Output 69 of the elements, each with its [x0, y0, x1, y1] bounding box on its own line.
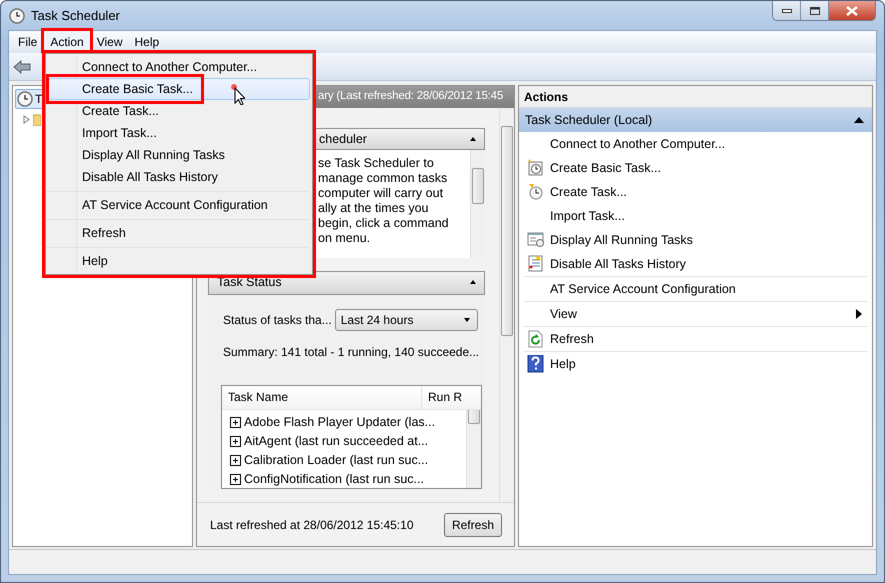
mouse-cursor-icon [229, 83, 245, 105]
refresh-icon [527, 330, 544, 348]
collapse-icon[interactable] [470, 137, 476, 141]
pane-command[interactable]: Create Basic Task... [524, 156, 867, 180]
pane-command[interactable]: Create Task... [524, 180, 867, 204]
description-text: on menu. [318, 231, 372, 246]
description-text: se Task Scheduler to [318, 156, 435, 171]
pane-command[interactable]: View [524, 301, 867, 326]
panel-title: ary (Last refreshed: 28/06/2012 15:45 [318, 89, 504, 104]
close-button[interactable] [829, 1, 875, 20]
folder-icon [33, 112, 41, 126]
pane-command[interactable]: Refresh [524, 326, 867, 351]
menu-item[interactable]: AT Service Account Configuration [48, 188, 310, 216]
expand-icon[interactable] [230, 416, 241, 428]
summary-text: Summary: 141 total - 1 running, 140 succeede... [223, 344, 480, 361]
filter-label: Status of tasks tha... [223, 312, 332, 329]
table-cell-text: ConfigNotification (last run suc... [244, 470, 424, 488]
description-text: computer will carry out [318, 186, 444, 201]
help-icon [527, 355, 544, 373]
column-header[interactable]: Task Name [222, 386, 422, 409]
close-icon [846, 6, 858, 16]
collapse-icon[interactable] [470, 280, 476, 284]
minimize-button[interactable] [773, 1, 801, 20]
description-text: ally at the times you [318, 201, 430, 216]
menu-item[interactable]: File [12, 31, 44, 53]
expand-icon[interactable] [230, 454, 241, 466]
table-cell-text: Adobe Flash Player Updater (las... [244, 414, 436, 431]
description-text: manage common tasks [318, 171, 448, 186]
scrollbar[interactable] [499, 108, 514, 502]
expander-icon[interactable] [23, 114, 30, 124]
menu-item[interactable]: Create Task... [48, 100, 310, 122]
table-cell-text: AitAgent (last run succeeded at... [244, 432, 428, 450]
scrollbar[interactable] [466, 410, 481, 488]
pane-command[interactable]: Disable All Tasks History [524, 252, 867, 276]
pane-command[interactable]: AT Service Account Configuration [524, 276, 867, 301]
clock-icon [17, 91, 33, 107]
window-title: Task Scheduler [31, 6, 120, 25]
clock-icon [9, 8, 25, 24]
submenu-arrow-icon [856, 309, 862, 319]
menu-item[interactable]: View [90, 31, 128, 53]
menu-item[interactable]: Refresh [48, 216, 310, 244]
last-refreshed-text: Last refreshed at 28/06/2012 15:45:10 [210, 516, 414, 534]
collapse-icon[interactable] [854, 117, 864, 123]
clock-icon [527, 183, 544, 201]
table-cell-text: Calibration Loader (last run suc... [244, 452, 428, 469]
expand-icon[interactable] [230, 474, 241, 485]
back-arrow-icon [13, 60, 31, 74]
back-button[interactable] [13, 60, 31, 74]
menu-item[interactable]: Help [128, 31, 166, 53]
menu-item[interactable]: Disable All Tasks History [48, 166, 310, 188]
maximize-icon [810, 6, 820, 14]
group-header[interactable]: Task Scheduler (Local) [519, 108, 872, 132]
new-task-icon [527, 159, 544, 177]
expand-icon[interactable] [230, 436, 241, 447]
log-icon [527, 255, 544, 273]
pane-command[interactable]: Import Task... [524, 204, 867, 228]
pane-command[interactable]: Connect to Another Computer... [524, 132, 867, 156]
pane-command[interactable]: Display All Running Tasks [524, 228, 867, 252]
panel-title: Actions [524, 88, 568, 106]
window-list-icon [527, 231, 544, 249]
pane-command[interactable]: Help [524, 351, 867, 376]
description-text: begin, click a command [318, 216, 450, 231]
column-header[interactable]: Run R [422, 386, 466, 409]
maximize-button[interactable] [801, 1, 829, 20]
refresh-button[interactable]: Refresh [444, 512, 502, 536]
time-range-dropdown[interactable]: Last 24 hours [334, 309, 478, 331]
tree-item[interactable]: T [15, 89, 44, 109]
minimize-icon [782, 8, 792, 12]
menu-item[interactable]: Help [48, 244, 310, 272]
